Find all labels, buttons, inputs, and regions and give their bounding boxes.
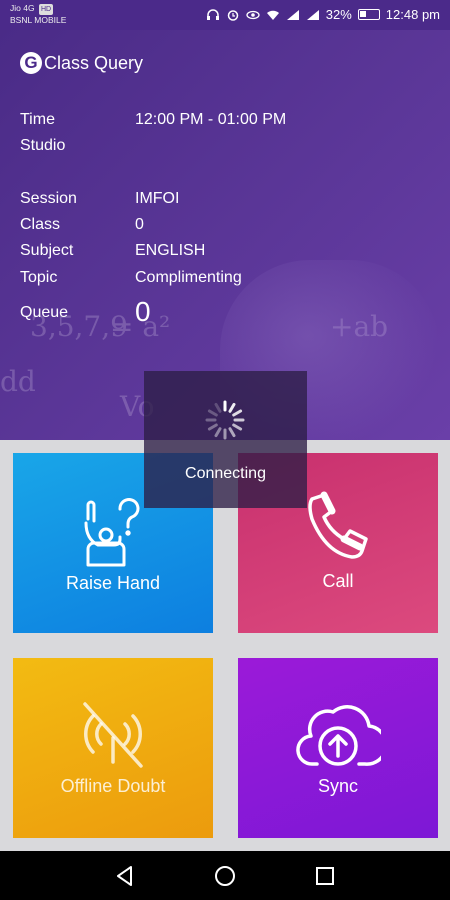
app-title: Class Query bbox=[44, 52, 144, 73]
alarm-icon bbox=[227, 9, 239, 21]
phone-icon bbox=[308, 491, 368, 559]
class-value: 0 bbox=[135, 216, 144, 233]
recent-apps-icon[interactable] bbox=[315, 866, 335, 886]
session-label: Session bbox=[20, 190, 77, 207]
carrier-line-1: Jio 4G bbox=[10, 3, 35, 13]
queue-label: Queue bbox=[20, 304, 69, 321]
sync-button[interactable]: Sync bbox=[238, 658, 438, 838]
home-icon[interactable] bbox=[214, 865, 236, 887]
loading-spinner-icon bbox=[205, 400, 245, 440]
subject-label: Subject bbox=[20, 242, 74, 259]
wifi-icon bbox=[266, 10, 279, 20]
signal-icon bbox=[286, 9, 299, 20]
subject-value: ENGLISH bbox=[135, 242, 206, 259]
signal-icon bbox=[306, 9, 319, 20]
raise-hand-icon bbox=[84, 498, 140, 567]
connecting-dialog: Connecting bbox=[144, 371, 307, 508]
studio-label: Studio bbox=[20, 137, 66, 154]
hd-badge: HD bbox=[38, 4, 54, 15]
app-title-bar: G Class Query bbox=[20, 52, 143, 74]
system-nav-bar bbox=[0, 851, 450, 900]
status-time: 12:48 pm bbox=[385, 7, 440, 22]
call-label: Call bbox=[322, 571, 354, 591]
raise-hand-label: Raise Hand bbox=[65, 573, 161, 593]
topic-value: Complimenting bbox=[135, 269, 242, 286]
topic-label: Topic bbox=[20, 269, 58, 286]
carrier-info: Jio 4G HD BSNL MOBILE bbox=[10, 3, 66, 26]
app-logo: G bbox=[20, 52, 42, 74]
offline-doubt-label: Offline Doubt bbox=[60, 776, 166, 796]
back-icon[interactable] bbox=[114, 865, 136, 887]
headset-icon bbox=[206, 8, 219, 20]
session-value: IMFOI bbox=[135, 190, 180, 207]
status-icons: 32% 12:48 pm bbox=[206, 7, 440, 22]
time-label: Time bbox=[20, 111, 55, 128]
offline-doubt-button[interactable]: Offline Doubt bbox=[13, 658, 213, 838]
sync-label: Sync bbox=[317, 776, 359, 796]
time-value: 12:00 PM - 01:00 PM bbox=[135, 111, 287, 128]
offline-signal-icon bbox=[83, 702, 143, 768]
battery-percent: 32% bbox=[325, 7, 352, 22]
cloud-upload-icon bbox=[296, 705, 381, 766]
queue-count: 0 bbox=[135, 296, 151, 327]
status-bar: Jio 4G HD BSNL MOBILE 32% 12:48 pm bbox=[0, 0, 450, 30]
class-label: Class bbox=[20, 216, 61, 233]
battery-icon bbox=[357, 9, 380, 20]
carrier-line-2: BSNL MOBILE bbox=[10, 15, 67, 25]
connecting-message: Connecting bbox=[185, 465, 266, 482]
eye-icon bbox=[246, 10, 260, 19]
